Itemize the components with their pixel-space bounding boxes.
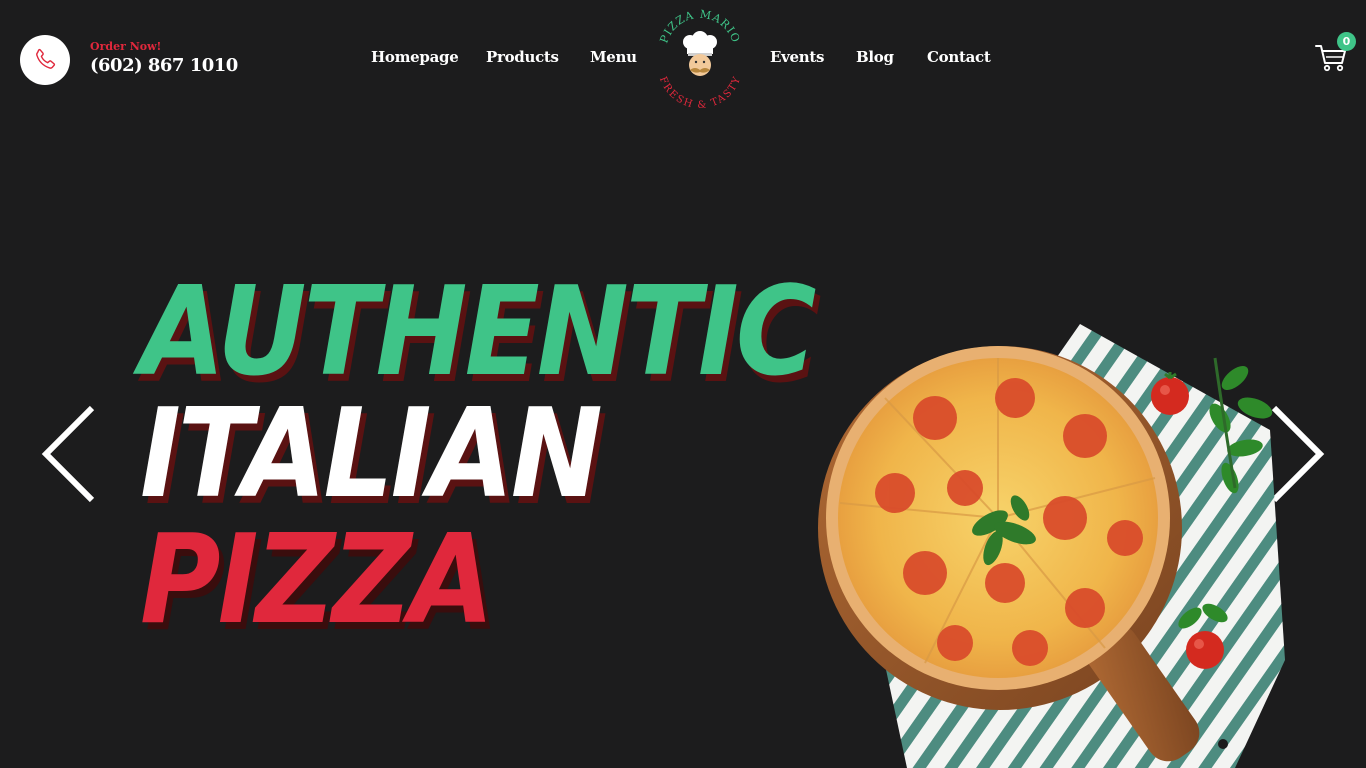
phone-icon	[36, 49, 56, 69]
hero-title-line-3: PIZZA	[140, 507, 494, 652]
nav-menu[interactable]: Menu	[590, 48, 637, 66]
svg-text:FRESH & TASTY: FRESH & TASTY	[657, 75, 744, 108]
order-now-label: Order Now!	[90, 40, 162, 53]
phone-button[interactable]	[20, 35, 70, 85]
nav-contact[interactable]: Contact	[927, 48, 991, 66]
nav-events[interactable]: Events	[770, 48, 824, 66]
pizza-image	[818, 324, 1285, 768]
nav-products[interactable]: Products	[486, 48, 559, 66]
phone-number-link[interactable]: (602) 867 1010	[90, 55, 238, 76]
nav-blog[interactable]: Blog	[856, 48, 894, 66]
chevron-left-icon[interactable]	[40, 404, 96, 504]
pizza-mario-logo[interactable]: PIZZA MARIO FRESH & TASTY	[654, 8, 746, 112]
nav-homepage[interactable]: Homepage	[371, 48, 459, 66]
hero-title-line-2: ITALIAN	[140, 381, 603, 526]
logo-bottom-text: FRESH & TASTY	[657, 75, 743, 111]
hero-title-line-1: AUTHENTIC	[140, 259, 816, 404]
chef-icon	[683, 31, 717, 76]
cart-count-badge: 0	[1337, 32, 1356, 51]
